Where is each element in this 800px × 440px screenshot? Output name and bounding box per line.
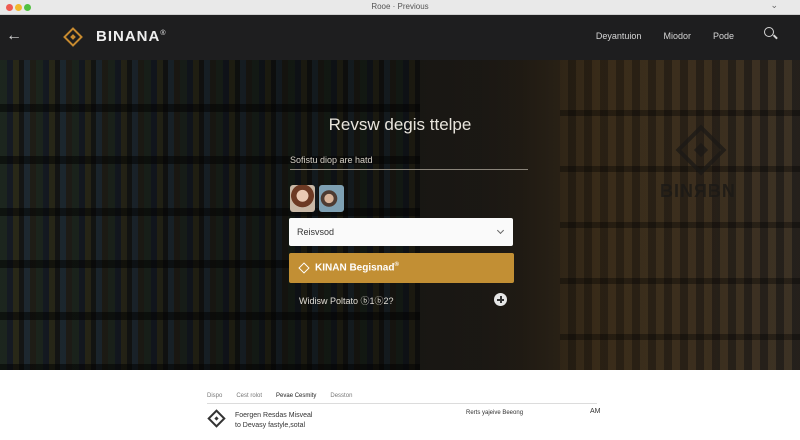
footer: Dispo Cest rolot Pevae Cesmity Desston F… <box>0 370 800 440</box>
avatar[interactable] <box>319 185 344 212</box>
diamond-logo-icon <box>298 262 310 274</box>
search-icon[interactable] <box>764 27 778 43</box>
more-options-row[interactable]: Widisw Poltato ⓑ1ⓑ2? <box>299 293 509 307</box>
footer-tab-2[interactable]: Cest rolot <box>236 393 262 399</box>
hero-overlay <box>0 60 800 370</box>
footer-divider <box>207 403 597 404</box>
window-title: Rooe · Previous <box>371 2 429 11</box>
nav-link-2[interactable]: Miodor <box>663 31 691 41</box>
hero-title: Revsw degis ttelpe <box>328 115 472 134</box>
footer-tab-4[interactable]: Desston <box>330 393 352 399</box>
footer-tab-1[interactable]: Dispo <box>207 393 222 399</box>
footer-description: Foergen Resdas Misveal to Devasy fastyle… <box>235 412 313 429</box>
divider <box>290 169 528 170</box>
select-dropdown[interactable]: Reisvsod <box>289 218 513 246</box>
footer-logo-icon <box>207 409 226 428</box>
footer-tab-3[interactable]: Pevae Cesmity <box>276 393 316 399</box>
hero-subtitle: Sofistu diop are hatd <box>290 155 373 165</box>
hero-section: Revsw degis ttelpe Sofistu diop are hatd… <box>0 60 800 370</box>
browser-window: Rooe · Previous ⌄ ← BINANA® Deyantuion M… <box>0 0 800 440</box>
avatar[interactable] <box>290 185 315 212</box>
footer-tabs: Dispo Cest rolot Pevae Cesmity Desston <box>207 393 352 399</box>
brand-name[interactable]: BINANA® <box>96 28 167 45</box>
footer-right-text: AM <box>590 408 601 415</box>
title-bar: Rooe · Previous ⌄ <box>0 0 800 15</box>
top-navigation: ← BINANA® Deyantuion Miodor Pode <box>0 15 800 60</box>
chevron-down-icon <box>496 226 505 235</box>
nav-link-3[interactable]: Pode <box>713 31 734 41</box>
chevron-down-icon[interactable]: ⌄ <box>770 0 778 11</box>
cta-label: KINAN Begisnad® <box>315 262 399 274</box>
watermark-text: BINЯBN <box>660 181 736 201</box>
more-options-text: Widisw Poltato ⓑ1ⓑ2? <box>299 296 394 306</box>
select-value: Reisvsod <box>297 227 335 237</box>
plus-icon[interactable] <box>494 293 507 306</box>
back-arrow-icon[interactable]: ← <box>6 27 22 45</box>
footer-middle-text: Rerts yajeive Beeong <box>466 410 524 416</box>
nav-links: Deyantuion Miodor Pode <box>596 31 734 41</box>
nav-link-1[interactable]: Deyantuion <box>596 31 642 41</box>
primary-cta-button[interactable]: KINAN Begisnad® <box>289 253 514 283</box>
brand-logo-icon[interactable] <box>63 27 83 47</box>
